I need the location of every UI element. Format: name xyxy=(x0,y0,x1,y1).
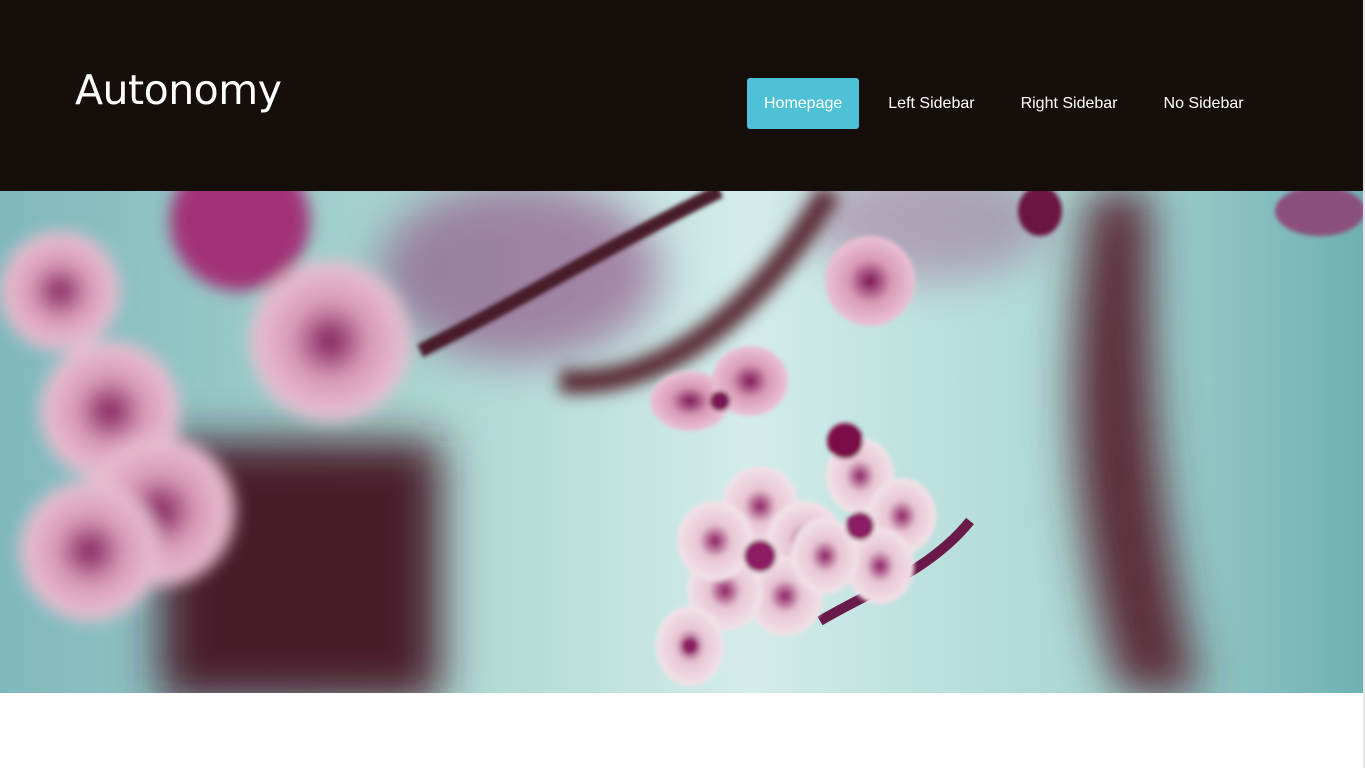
site-logo[interactable]: Autonomy xyxy=(75,66,282,114)
site-header: Autonomy Homepage Left Sidebar Right Sid… xyxy=(0,0,1363,191)
main-nav: Homepage Left Sidebar Right Sidebar No S… xyxy=(747,78,1273,129)
nav-no-sidebar[interactable]: No Sidebar xyxy=(1147,78,1261,129)
nav-right-sidebar[interactable]: Right Sidebar xyxy=(1004,78,1135,129)
nav-homepage[interactable]: Homepage xyxy=(747,78,860,129)
hero-image xyxy=(0,191,1363,693)
nav-left-sidebar[interactable]: Left Sidebar xyxy=(871,78,991,129)
cherry-blossom-image xyxy=(0,191,1363,693)
